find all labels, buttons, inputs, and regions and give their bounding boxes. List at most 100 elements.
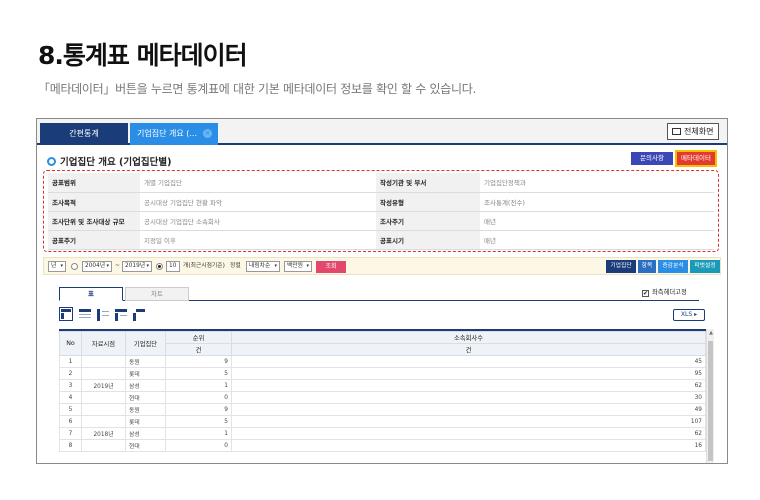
metadata-table: 공표범위 개별 기업집단 작성기관 및 부서 기업집단정책과 조사목적 공시대상 기업집단… [48,173,714,250]
header-no: No [59,331,82,356]
fullscreen-icon [672,128,681,135]
cell-rank: 0 [165,439,232,452]
header-rank: 순위 [165,331,232,344]
layout-top-icon[interactable] [77,307,91,321]
layout-default-icon[interactable] [59,307,73,321]
count-suffix: 개(최근시점기준) [183,263,225,269]
header-rank-unit: 건 [165,343,232,356]
cell-no: 3 [59,379,82,392]
metadata-value: 공시대상 기업집단 현황 파악 [140,192,376,212]
unit-select[interactable]: 백만원 ▾ [284,261,312,272]
metadata-value: 공시대상 기업집단 소속회사 [140,211,376,231]
recent-radio[interactable] [156,263,163,270]
cell-rank: 5 [165,367,232,380]
stat-title-text: 기업집단 개요 (기업집단별) [60,157,172,168]
top-tab-bar: 간편통계 기업집단 개요 (... × 전체화면 [37,119,727,145]
layout-left-icon[interactable] [95,307,109,321]
to-year-select[interactable]: 2019년 ▾ [122,261,152,272]
contact-button[interactable]: 문의사항 [631,152,673,165]
header-count-unit: 건 [231,343,706,356]
metadata-key: 작성유형 [376,192,480,212]
cell-date: 2019년 [81,379,126,392]
tab-simple-stats[interactable]: 간편통계 [40,123,128,145]
pivot-settings-button[interactable]: 피벗설정 [690,260,720,273]
metadata-value: 조사통계(전수) [480,192,714,212]
table-row: 3 2019년 삼성 1 62 [59,379,706,392]
vertical-scrollbar[interactable]: ▲ [706,329,715,463]
layout-icon-group [59,307,149,323]
freeze-header-toggle[interactable]: ✔ 좌측헤더고정 [642,287,687,297]
data-grid: No 자료시점 기업집단 순위 소속회사수 건 건 1 동원 9 45 2 롯데 5 95 3 2… [59,329,706,463]
freeze-checkbox[interactable]: ✔ [642,290,649,297]
view-tabs: 표 차트 [59,287,699,301]
table-row: 6 롯데 5 107 [59,415,706,428]
metadata-value: 매년 [480,211,714,231]
cell-count: 30 [231,391,706,404]
cell-date [81,367,126,380]
cell-count: 16 [231,439,706,452]
query-button[interactable]: 조회 [316,261,346,273]
circle-icon [47,157,56,166]
tab-group-overview-label: 기업집단 개요 (... [137,129,197,138]
group-button[interactable]: 기업집단 [606,260,636,273]
metadata-key: 공표주기 [48,230,140,250]
metadata-row: 조사단위 및 조사대상 규모 공시대상 기업집단 소속회사 조사주기 매년 [48,211,714,231]
cell-count: 62 [231,379,706,392]
change-analysis-button[interactable]: 증감분석 [658,260,688,273]
table-row: 5 동원 9 49 [59,403,706,416]
cell-date: 2018년 [81,427,126,440]
cell-date [81,391,126,404]
cell-count: 62 [231,427,706,440]
cell-no: 7 [59,427,82,440]
cell-group: 롯데 [125,367,166,380]
cell-group: 현대 [125,439,166,452]
cell-date [81,355,126,368]
close-icon[interactable]: × [203,129,212,138]
to-year-value: 2019년 [125,263,146,269]
table-row: 4 현대 0 30 [59,391,706,404]
cell-rank: 9 [165,355,232,368]
xls-download-button[interactable]: XLS ▸ [673,309,705,321]
from-year-select[interactable]: 2004년 ▾ [82,261,112,272]
sort-select[interactable]: 내림차순 ▾ [246,261,280,272]
cell-count: 45 [231,355,706,368]
cell-date [81,439,126,452]
cell-group: 삼성 [125,427,166,440]
item-button[interactable]: 항목 [638,260,656,273]
header-count: 소속회사수 [231,331,706,344]
count-input[interactable]: 10 [166,261,180,272]
unit-value: 백만원 [287,263,303,269]
metadata-key: 조사주기 [376,211,480,231]
cell-no: 6 [59,415,82,428]
cell-no: 1 [59,355,82,368]
metadata-panel: 공표범위 개별 기업집단 작성기관 및 부서 기업집단정책과 조사목적 공시대상 기업집단… [43,170,719,252]
metadata-value: 기업집단정책과 [480,173,714,193]
tab-group-overview[interactable]: 기업집단 개요 (... × [130,123,218,145]
metadata-key: 조사목적 [48,192,140,212]
metadata-value: 개별 기업집단 [140,173,376,193]
from-year-value: 2004년 [85,263,106,269]
range-tilde: ~ [115,263,120,269]
cell-no: 5 [59,403,82,416]
cell-rank: 1 [165,379,232,392]
scroll-up-icon[interactable]: ▲ [707,329,715,337]
tab-table[interactable]: 표 [59,287,123,301]
scrollbar-thumb[interactable] [708,341,713,461]
table-row: 2 롯데 5 95 [59,367,706,380]
cell-group: 현대 [125,391,166,404]
range-radio[interactable] [71,263,78,270]
cell-no: 4 [59,391,82,404]
cell-rank: 5 [165,415,232,428]
fullscreen-button[interactable]: 전체화면 [667,123,719,140]
cell-group: 동원 [125,355,166,368]
metadata-key: 공표시기 [376,230,480,250]
data-grid-table: No 자료시점 기업집단 순위 소속회사수 건 건 1 동원 9 45 2 롯데 5 95 3 2… [59,331,706,452]
tab-chart[interactable]: 차트 [125,287,189,301]
layout-grid-icon[interactable] [113,307,127,321]
period-unit-select[interactable]: 년 ▾ [48,261,66,272]
stat-title: 기업집단 개요 (기업집단별) [47,154,171,168]
metadata-value: 지정일 이후 [140,230,376,250]
freeze-label: 좌측헤더고정 [652,289,687,296]
metadata-button[interactable]: 메타데이터 [675,150,717,167]
layout-pivot-icon[interactable] [131,307,145,321]
